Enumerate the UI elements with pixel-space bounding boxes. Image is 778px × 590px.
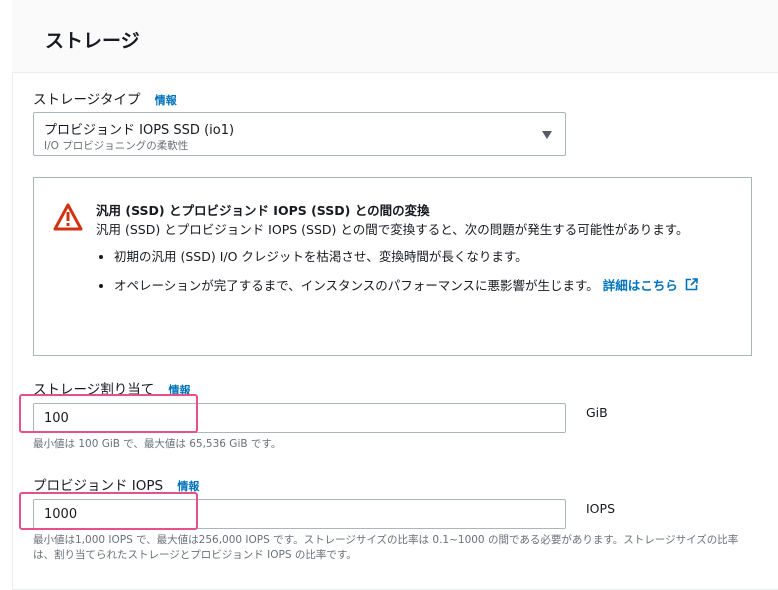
panel-header: ストレージ	[12, 0, 778, 73]
allocated-storage-input[interactable]	[33, 403, 566, 433]
allocation-info-link[interactable]: 情報	[169, 384, 191, 397]
alert-bullet: 初期の汎用 (SSD) I/O クレジットを枯渇させ、変換時間が長くなります。	[114, 246, 736, 267]
learn-more-link[interactable]: 詳細はこちら	[603, 278, 698, 293]
conversion-warning-alert: 汎用 (SSD) とプロビジョンド IOPS (SSD) との間の変換 汎用 (…	[33, 177, 752, 356]
section-title: ストレージ	[45, 30, 140, 52]
storage-type-info-link[interactable]: 情報	[155, 94, 177, 107]
iops-unit: IOPS	[586, 501, 615, 516]
allocation-label: ストレージ割り当て	[33, 382, 155, 398]
alert-bullet-text: オペレーションが完了するまで、インスタンスのパフォーマンスに悪影響が生じます。	[114, 278, 599, 293]
provisioned-iops-input[interactable]	[33, 499, 566, 529]
alert-title: 汎用 (SSD) とプロビジョンド IOPS (SSD) との間の変換	[96, 203, 430, 218]
learn-more-label: 詳細はこちら	[602, 278, 678, 293]
allocation-unit: GiB	[586, 405, 608, 420]
external-link-icon	[685, 278, 698, 291]
warning-icon	[53, 203, 83, 231]
storage-type-selected: プロビジョンド IOPS SSD (io1)	[44, 123, 235, 138]
allocation-label-row: ストレージ割り当て 情報	[33, 378, 191, 398]
iops-hint: 最小値は1,000 IOPS で、最大値は256,000 IOPS です。ストレ…	[33, 534, 739, 561]
iops-info-link[interactable]: 情報	[177, 480, 199, 493]
caret-down-icon	[542, 131, 552, 139]
alert-body: 汎用 (SSD) とプロビジョンド IOPS (SSD) との間で変換すると、次…	[96, 219, 736, 304]
storage-type-label-row: ストレージタイプ 情報	[33, 88, 177, 108]
storage-type-select[interactable]: プロビジョンド IOPS SSD (io1) I/O プロビジョニングの柔軟性	[33, 112, 566, 156]
alert-bullet: オペレーションが完了するまで、インスタンスのパフォーマンスに悪影響が生じます。 …	[114, 275, 736, 296]
storage-type-label: ストレージタイプ	[33, 92, 141, 108]
alert-message: 汎用 (SSD) とプロビジョンド IOPS (SSD) との間で変換すると、次…	[96, 222, 689, 237]
iops-label-row: プロビジョンド IOPS 情報	[33, 474, 199, 494]
iops-label: プロビジョンド IOPS	[33, 478, 164, 494]
storage-type-description: I/O プロビジョニングの柔軟性	[44, 140, 189, 152]
allocation-hint: 最小値は 100 GiB で、最大値は 65,536 GiB です。	[33, 438, 282, 450]
alert-bullet-list: 初期の汎用 (SSD) I/O クレジットを枯渇させ、変換時間が長くなります。 …	[96, 246, 736, 296]
